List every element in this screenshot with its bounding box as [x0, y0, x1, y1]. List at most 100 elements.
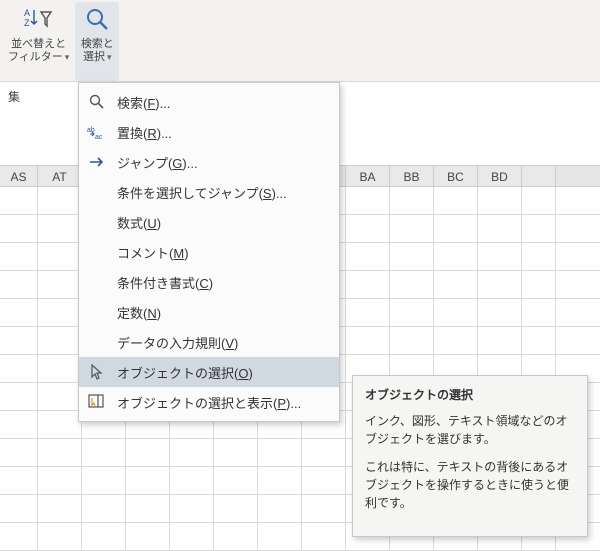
grid-cell[interactable]	[38, 355, 82, 382]
menu-item-label: 検索(F)...	[117, 93, 170, 112]
grid-cell[interactable]	[126, 467, 170, 494]
grid-cell[interactable]	[390, 187, 434, 214]
grid-cell[interactable]	[38, 411, 82, 438]
grid-cell[interactable]	[302, 467, 346, 494]
grid-cell[interactable]	[0, 327, 38, 354]
grid-cell[interactable]	[0, 495, 38, 522]
menu-item-label: オブジェクトの選択(O)	[117, 363, 253, 382]
grid-cell[interactable]	[434, 243, 478, 270]
find-select-button[interactable]: 検索と 選択▾	[75, 2, 119, 81]
column-header[interactable]: AS	[0, 166, 38, 186]
grid-cell[interactable]	[82, 439, 126, 466]
grid-cell[interactable]	[434, 215, 478, 242]
grid-cell[interactable]	[170, 439, 214, 466]
grid-cell[interactable]	[38, 299, 82, 326]
grid-cell[interactable]	[0, 355, 38, 382]
blank-icon	[85, 332, 109, 352]
grid-cell[interactable]	[126, 495, 170, 522]
grid-cell[interactable]	[522, 299, 556, 326]
menu-item[interactable]: データの入力規則(V)	[79, 327, 339, 357]
grid-cell[interactable]	[214, 495, 258, 522]
menu-item[interactable]: 検索(F)...	[79, 87, 339, 117]
grid-cell[interactable]	[302, 495, 346, 522]
grid-cell[interactable]	[478, 327, 522, 354]
grid-cell[interactable]	[346, 299, 390, 326]
menu-item[interactable]: 条件を選択してジャンプ(S)...	[79, 177, 339, 207]
grid-cell[interactable]	[38, 215, 82, 242]
grid-cell[interactable]	[0, 439, 38, 466]
grid-cell[interactable]	[38, 327, 82, 354]
menu-item[interactable]: コメント(M)	[79, 237, 339, 267]
menu-item-label: 置換(R)...	[117, 123, 172, 142]
grid-cell[interactable]	[82, 495, 126, 522]
grid-cell[interactable]	[258, 439, 302, 466]
grid-cell[interactable]	[522, 327, 556, 354]
grid-cell[interactable]	[258, 467, 302, 494]
grid-cell[interactable]	[346, 327, 390, 354]
grid-cell[interactable]	[38, 271, 82, 298]
svg-text:Z: Z	[24, 18, 30, 28]
menu-item[interactable]: オブジェクトの選択と表示(P)...	[79, 387, 339, 417]
grid-cell[interactable]	[478, 243, 522, 270]
grid-cell[interactable]	[214, 467, 258, 494]
grid-cell[interactable]	[478, 215, 522, 242]
grid-cell[interactable]	[38, 383, 82, 410]
grid-cell[interactable]	[434, 327, 478, 354]
grid-cell[interactable]	[522, 243, 556, 270]
grid-cell[interactable]	[38, 439, 82, 466]
grid-cell[interactable]	[38, 495, 82, 522]
grid-cell[interactable]	[82, 467, 126, 494]
menu-item[interactable]: 条件付き書式(C)	[79, 267, 339, 297]
grid-cell[interactable]	[390, 271, 434, 298]
grid-cell[interactable]	[434, 271, 478, 298]
grid-cell[interactable]	[170, 467, 214, 494]
grid-cell[interactable]	[390, 215, 434, 242]
grid-cell[interactable]	[390, 327, 434, 354]
grid-cell[interactable]	[522, 215, 556, 242]
menu-item[interactable]: オブジェクトの選択(O)	[79, 357, 339, 387]
grid-cell[interactable]	[434, 187, 478, 214]
grid-cell[interactable]	[434, 299, 478, 326]
grid-cell[interactable]	[390, 299, 434, 326]
grid-cell[interactable]	[214, 439, 258, 466]
grid-cell[interactable]	[478, 299, 522, 326]
column-header[interactable]: BA	[346, 166, 390, 186]
grid-cell[interactable]	[522, 187, 556, 214]
grid-cell[interactable]	[390, 243, 434, 270]
column-header[interactable]: AT	[38, 166, 82, 186]
grid-cell[interactable]	[0, 271, 38, 298]
grid-cell[interactable]	[478, 271, 522, 298]
grid-cell[interactable]	[170, 495, 214, 522]
menu-item[interactable]: 数式(U)	[79, 207, 339, 237]
grid-cell[interactable]	[522, 271, 556, 298]
grid-cell[interactable]	[0, 243, 38, 270]
grid-cell[interactable]	[346, 243, 390, 270]
grid-cell[interactable]	[346, 271, 390, 298]
sort-filter-button[interactable]: A Z 並べ替えと フィルター▾	[4, 2, 73, 81]
grid-cell[interactable]	[38, 243, 82, 270]
svg-text:ac: ac	[95, 134, 103, 140]
menu-item-label: 定数(N)	[117, 303, 161, 322]
grid-cell[interactable]	[346, 215, 390, 242]
column-header[interactable]: BC	[434, 166, 478, 186]
grid-cell[interactable]	[0, 383, 38, 410]
svg-text:A: A	[24, 8, 30, 18]
grid-cell[interactable]	[38, 467, 82, 494]
grid-cell[interactable]	[0, 467, 38, 494]
menu-item[interactable]: 定数(N)	[79, 297, 339, 327]
grid-cell[interactable]	[258, 495, 302, 522]
menu-item[interactable]: abac置換(R)...	[79, 117, 339, 147]
column-header[interactable]: BB	[390, 166, 434, 186]
grid-cell[interactable]	[0, 299, 38, 326]
grid-cell[interactable]	[38, 187, 82, 214]
grid-cell[interactable]	[302, 439, 346, 466]
grid-cell[interactable]	[346, 187, 390, 214]
grid-cell[interactable]	[0, 411, 38, 438]
column-header[interactable]	[522, 166, 556, 186]
grid-cell[interactable]	[0, 215, 38, 242]
grid-cell[interactable]	[0, 187, 38, 214]
grid-cell[interactable]	[478, 187, 522, 214]
menu-item[interactable]: ジャンプ(G)...	[79, 147, 339, 177]
grid-cell[interactable]	[126, 439, 170, 466]
column-header[interactable]: BD	[478, 166, 522, 186]
